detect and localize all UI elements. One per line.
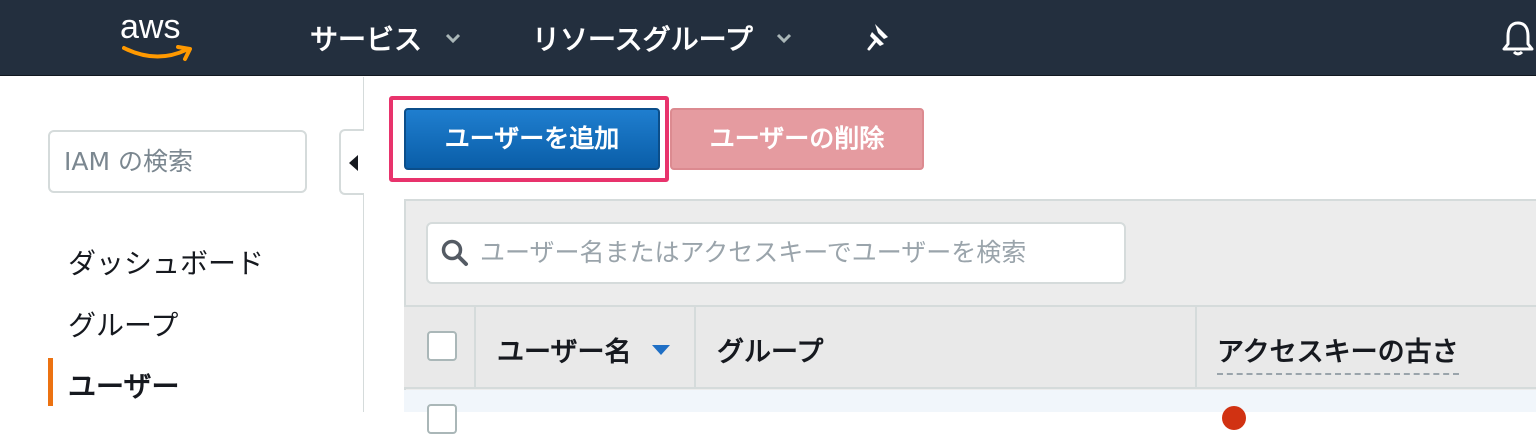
- sidebar-item-dashboard[interactable]: ダッシュボード: [68, 242, 264, 282]
- table-row[interactable]: [404, 390, 1536, 412]
- column-divider: [474, 305, 476, 389]
- delete-user-button[interactable]: ユーザーの削除: [670, 108, 924, 170]
- sidebar-collapse-button[interactable]: [339, 129, 364, 195]
- sort-descending-icon[interactable]: [652, 345, 670, 355]
- aws-logo-text: aws: [120, 8, 181, 46]
- user-filter-placeholder: ユーザー名またはアクセスキーでユーザーを検索: [480, 238, 1027, 267]
- select-all-checkbox[interactable]: [427, 331, 457, 361]
- top-navigation-bar: aws サービス リソースグループ: [0, 0, 1536, 76]
- sidebar-item-users[interactable]: ユーザー: [68, 365, 179, 405]
- column-header-group: グループ: [717, 337, 824, 368]
- active-indicator: [48, 358, 53, 406]
- pin-icon[interactable]: [862, 20, 896, 54]
- column-header-username[interactable]: ユーザー名: [497, 330, 631, 369]
- services-menu-label: サービス: [310, 23, 423, 56]
- column-divider: [1195, 305, 1197, 389]
- resource-groups-menu-label: リソースグループ: [532, 23, 753, 56]
- column-header-access-key-age[interactable]: アクセスキーの古さ: [1217, 330, 1459, 375]
- user-filter-input[interactable]: ユーザー名またはアクセスキーでユーザーを検索: [426, 222, 1126, 284]
- iam-search-input[interactable]: IAM の検索: [48, 130, 307, 193]
- row-checkbox[interactable]: [427, 404, 457, 434]
- search-icon: [441, 239, 468, 266]
- bell-icon[interactable]: [1500, 18, 1536, 58]
- chevron-down-icon: [776, 33, 791, 44]
- chevron-down-icon: [445, 33, 461, 44]
- aws-smile-icon: [122, 45, 192, 61]
- column-divider: [694, 305, 696, 389]
- aws-logo[interactable]: aws: [116, 8, 206, 64]
- sidebar-item-groups[interactable]: グループ: [68, 304, 178, 344]
- caret-left-icon: [349, 155, 358, 171]
- resource-groups-menu[interactable]: リソースグループ: [532, 18, 793, 58]
- add-user-button[interactable]: ユーザーを追加: [404, 108, 660, 170]
- sidebar: IAM の検索 ダッシュボード グループ ユーザー: [0, 77, 364, 412]
- services-menu[interactable]: サービス: [310, 18, 462, 58]
- warning-icon: [1222, 406, 1246, 430]
